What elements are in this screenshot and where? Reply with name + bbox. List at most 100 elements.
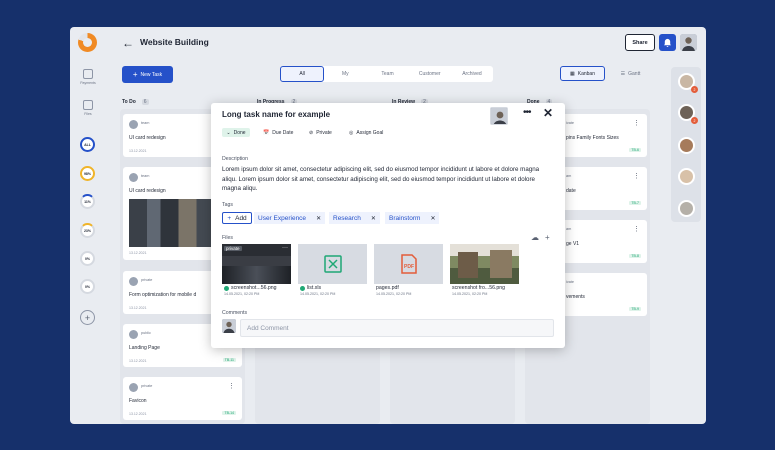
- card-date: 13.12.2021: [129, 251, 147, 255]
- avatar: [129, 383, 138, 392]
- tab-archived[interactable]: Archived: [451, 66, 493, 82]
- tag-chip[interactable]: Brainstorm ✕: [385, 212, 440, 224]
- avatar: [129, 330, 138, 339]
- assignee-avatar[interactable]: [490, 107, 508, 125]
- card-id: TB-6: [629, 148, 641, 152]
- user-avatar[interactable]: [680, 34, 697, 51]
- back-arrow-icon[interactable]: ←: [122, 36, 134, 50]
- card-image: [129, 199, 219, 247]
- team-avatar[interactable]: [678, 200, 695, 217]
- card-date: 13.12.2021: [129, 359, 147, 363]
- progress-filter-all[interactable]: ALL: [80, 137, 95, 152]
- tags-label: Tags: [222, 202, 233, 208]
- pdf-icon: PDF: [401, 254, 417, 274]
- commenter-avatar: [222, 319, 236, 333]
- tag-chip[interactable]: User Experience ✕: [254, 212, 326, 224]
- files-label: Files: [222, 235, 233, 241]
- check-icon: [224, 285, 229, 291]
- task-title: Long task name for example: [222, 110, 331, 119]
- more-options-icon[interactable]: ···: [282, 245, 288, 251]
- card-title: pins Family Fonts Sizes: [566, 135, 619, 141]
- tab-all[interactable]: All: [280, 66, 325, 82]
- calendar-icon: 📅: [263, 129, 270, 136]
- private-badge: private: [224, 246, 242, 251]
- count-badge: 2: [691, 86, 698, 93]
- remove-tag-icon[interactable]: ✕: [430, 215, 435, 222]
- upload-cloud-icon[interactable]: ☁: [531, 233, 539, 242]
- page-title: Website Building: [140, 37, 209, 47]
- status-done-button[interactable]: ⌄ Done: [222, 128, 250, 137]
- file-name: pages.pdf: [376, 285, 399, 291]
- avatar: [129, 120, 138, 129]
- task-card[interactable]: private ⋮ Favicon 13.12.2021 TB-14: [123, 377, 242, 420]
- task-detail-modal: Long task name for example ••• ✕ ⌄ Done 📅…: [211, 103, 565, 348]
- file-date: 14.05.2021, 02:20 PM: [224, 292, 260, 296]
- progress-filter[interactable]: 23%: [80, 223, 95, 238]
- visibility-tag: am: [566, 227, 572, 231]
- progress-filter[interactable]: 98%: [80, 166, 95, 181]
- gantt-icon: ☰: [620, 70, 626, 77]
- visibility-tag: private: [141, 278, 153, 282]
- tag-chip[interactable]: Research ✕: [329, 212, 380, 224]
- team-avatar[interactable]: [678, 137, 695, 154]
- share-button[interactable]: Share: [625, 34, 655, 51]
- close-icon[interactable]: ✕: [543, 106, 553, 120]
- count-badge: 2: [691, 117, 698, 124]
- tab-team[interactable]: Team: [366, 66, 408, 82]
- team-avatar[interactable]: [678, 168, 695, 185]
- sidebar-item-files[interactable]: Files: [76, 100, 100, 116]
- add-filter-icon[interactable]: +: [80, 310, 95, 325]
- view-gantt-button[interactable]: ☰ Gantt: [608, 66, 653, 81]
- svg-text:PDF: PDF: [404, 264, 414, 270]
- visibility-tag: team: [141, 174, 150, 178]
- card-title: Favicon: [129, 398, 147, 404]
- comments-label: Comments: [222, 310, 248, 316]
- card-title: UI card redesign: [129, 135, 166, 141]
- more-options-icon[interactable]: •••: [523, 107, 531, 118]
- column-header-todo: To Do 6: [122, 99, 149, 105]
- remove-tag-icon[interactable]: ✕: [371, 215, 376, 222]
- remove-tag-icon[interactable]: ✕: [316, 215, 321, 222]
- file-date: 14.05.2021, 02:20 PM: [452, 292, 488, 296]
- new-task-button[interactable]: + New Task: [122, 66, 173, 83]
- more-options-icon[interactable]: ⋮: [228, 382, 235, 390]
- more-options-icon[interactable]: ⋮: [633, 172, 640, 180]
- file-thumbnail[interactable]: private ···: [222, 244, 291, 284]
- folder-icon: [83, 100, 93, 110]
- card-title: ge V1: [566, 241, 580, 247]
- tab-my[interactable]: My: [324, 66, 366, 82]
- visibility-tag: team: [141, 121, 150, 125]
- file-thumbnail[interactable]: PDF: [374, 244, 443, 284]
- eye-off-icon: ⊘: [309, 129, 314, 136]
- filter-tabs: All My Team Customer Archived: [280, 66, 493, 82]
- progress-filter[interactable]: 11%: [80, 194, 95, 209]
- sidebar-item-payments[interactable]: Payments: [76, 69, 100, 85]
- file-thumbnail[interactable]: [450, 244, 519, 284]
- due-date-button[interactable]: 📅 Due Date: [263, 128, 293, 137]
- card-title: UI card redesign: [129, 188, 166, 194]
- left-sidebar: Payments Files ALL 98% 11% 23% 0% 0% +: [70, 67, 106, 424]
- chevron-down-icon: ⌄: [226, 129, 231, 136]
- add-file-icon[interactable]: +: [545, 233, 550, 242]
- tab-customer[interactable]: Customer: [409, 66, 451, 82]
- card-id: TB-9: [629, 307, 641, 311]
- file-name: screenshot fro...56.png: [452, 285, 506, 291]
- progress-filter[interactable]: 0%: [80, 251, 95, 266]
- more-options-icon[interactable]: ⋮: [633, 119, 640, 127]
- notification-bell-icon[interactable]: [659, 34, 676, 51]
- app-logo: [78, 33, 97, 52]
- card-title: Landing Page: [129, 345, 160, 351]
- comment-input[interactable]: Add Comment: [240, 319, 554, 337]
- description-text[interactable]: Lorem ipsum dolor sit amet, consectetur …: [222, 165, 552, 194]
- assign-goal-button[interactable]: ◎ Assign Goal: [349, 128, 383, 137]
- card-date: 13.12.2021: [129, 412, 147, 416]
- more-options-icon[interactable]: ⋮: [633, 225, 640, 233]
- card-date: 13.12.2021: [129, 306, 147, 310]
- file-thumbnail[interactable]: [298, 244, 367, 284]
- progress-filter[interactable]: 0%: [80, 279, 95, 294]
- privacy-button[interactable]: ⊘ Private: [309, 128, 332, 137]
- view-kanban-button[interactable]: ▦ Kanban: [560, 66, 605, 81]
- card-title: Form optimization for mobile d: [129, 292, 197, 298]
- visibility-tag: private: [141, 384, 153, 388]
- add-tag-button[interactable]: + Add: [222, 212, 252, 224]
